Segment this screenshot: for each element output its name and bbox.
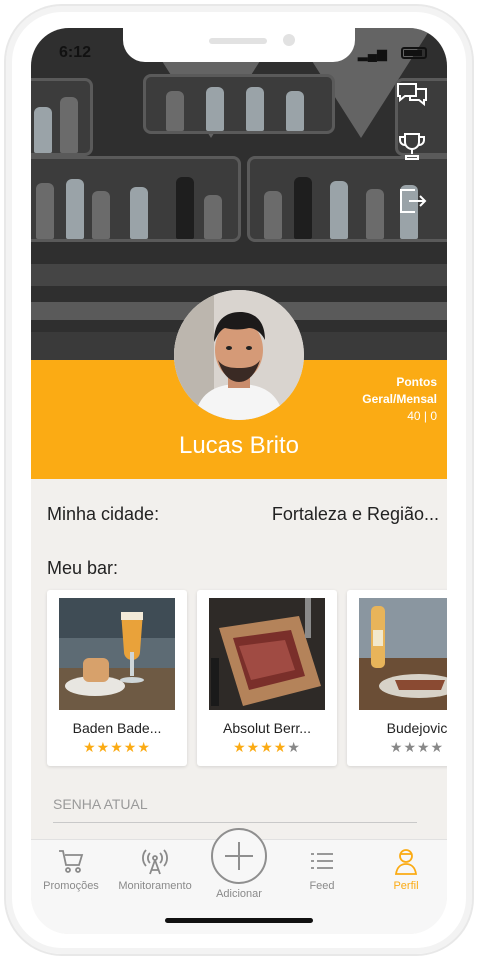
device-notch — [123, 28, 355, 62]
home-indicator — [165, 918, 313, 923]
tab-label: Perfil — [393, 880, 419, 892]
tab-promocoes[interactable]: Promoções — [31, 846, 113, 892]
bar-counter — [31, 264, 447, 286]
shelf — [31, 156, 241, 242]
bar-name: Baden Bade... — [72, 720, 162, 736]
wifi-icon: ▂▄▆ — [357, 46, 387, 61]
antenna-icon — [142, 849, 168, 875]
battery-icon — [401, 47, 427, 59]
rating-stars: ★★★★★ — [233, 739, 301, 755]
tab-label: Adicionar — [216, 888, 262, 900]
field-underline — [53, 822, 417, 823]
city-label: Minha cidade: — [47, 504, 160, 524]
bar-name: Absolut Berr... — [223, 720, 311, 736]
tab-label: Promoções — [43, 880, 99, 892]
tab-perfil[interactable]: Perfil — [364, 846, 447, 892]
avatar[interactable] — [174, 290, 304, 420]
city-value[interactable]: Fortaleza e Região... — [272, 504, 439, 525]
logout-icon[interactable] — [395, 184, 429, 218]
bar-name: Budejovic — [386, 720, 447, 736]
tab-feed[interactable]: Feed — [280, 846, 364, 892]
add-button[interactable] — [211, 828, 267, 884]
bar-photo — [359, 598, 447, 710]
current-password-field[interactable]: SENHA ATUAL — [53, 796, 148, 812]
points-summary: Pontos Geral/Mensal 40 | 0 — [362, 374, 437, 425]
bar-card[interactable]: Absolut Berr... ★★★★★ — [197, 590, 337, 766]
person-icon — [394, 849, 418, 875]
cart-icon — [59, 850, 84, 873]
rating-stars: ★★★★ — [389, 739, 445, 755]
bar-photo — [59, 598, 175, 710]
bar-photo — [209, 598, 325, 710]
points-label: Pontos — [396, 375, 437, 389]
list-icon — [311, 853, 333, 869]
tab-label: Feed — [309, 880, 335, 892]
tab-adicionar[interactable]: Adicionar — [197, 888, 281, 900]
status-time: 6:12 — [59, 44, 92, 61]
shelf — [143, 74, 335, 134]
shelf — [31, 78, 93, 156]
tab-label: Monitoramento — [118, 880, 192, 892]
bar-card[interactable]: Baden Bade... ★★★★★ — [47, 590, 187, 766]
points-period-label: Geral/Mensal — [362, 392, 437, 406]
my-bar-label: Meu bar: — [47, 558, 119, 578]
points-value: 40 | 0 — [407, 409, 437, 423]
city-row[interactable]: Minha cidade: Fortaleza e Região... — [47, 504, 439, 525]
rating-stars: ★★★★★ — [83, 739, 151, 755]
trophy-icon[interactable] — [395, 130, 429, 164]
status-bar: 6:12 ▂▄▆ — [31, 28, 447, 76]
bar-card[interactable]: Budejovic ★★★★ — [347, 590, 447, 766]
chat-icon[interactable] — [395, 78, 429, 112]
plus-icon — [225, 842, 253, 870]
profile-name: Lucas Brito — [178, 432, 300, 459]
tab-monitoramento[interactable]: Monitoramento — [113, 846, 197, 892]
app-screen: 6:12 ▂▄▆ Pontos Geral/Mensal 40 | 0 Luca… — [31, 28, 447, 934]
